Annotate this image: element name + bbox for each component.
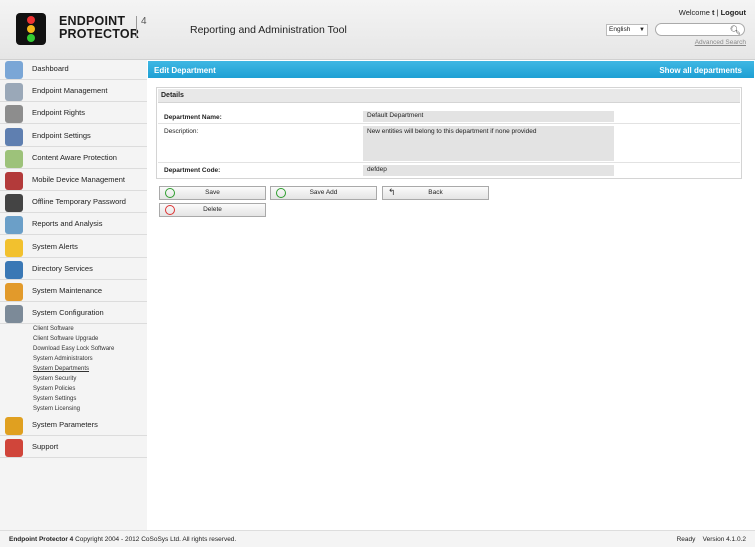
content-aware-icon bbox=[5, 149, 23, 168]
sidebar-item[interactable]: System Parameters bbox=[0, 416, 147, 436]
department-code-row: Department Code: defdep bbox=[158, 163, 740, 178]
welcome-text: Welcome bbox=[678, 8, 712, 17]
status-version: Ready Version 4.1.0.2 bbox=[677, 536, 746, 543]
sidebar-subitem[interactable]: System Policies bbox=[33, 386, 75, 392]
description-field[interactable]: New entities will belong to this departm… bbox=[363, 126, 614, 161]
sidebar-item[interactable]: Endpoint Rights bbox=[0, 104, 147, 125]
sidebar-item-label: Endpoint Management bbox=[32, 86, 108, 96]
logout-link[interactable]: Logout bbox=[721, 8, 746, 17]
support-icon bbox=[5, 439, 23, 458]
sidebar-item-label: Offline Temporary Password bbox=[32, 197, 126, 207]
delete-button[interactable]: Delete bbox=[159, 203, 266, 217]
maintenance-icon bbox=[5, 283, 23, 301]
sidebar-item[interactable]: System Configuration bbox=[0, 304, 147, 325]
endpoint-rights-icon bbox=[5, 105, 23, 124]
department-code-label: Department Code: bbox=[164, 167, 221, 174]
sidebar-subitem[interactable]: System Settings bbox=[33, 396, 76, 402]
configuration-icon bbox=[5, 305, 23, 324]
dashboard-icon bbox=[5, 61, 23, 79]
parameters-icon bbox=[5, 417, 23, 435]
panel-title: Details bbox=[161, 92, 184, 99]
app-header: ENDPOINT PROTECTOR 4 Reporting and Admin… bbox=[0, 0, 755, 60]
sidebar-item[interactable]: Dashboard bbox=[0, 60, 147, 80]
reports-icon bbox=[5, 216, 23, 235]
copyright-text: Endpoint Protector 4 Copyright 2004 - 20… bbox=[9, 536, 237, 543]
save-button[interactable]: Save bbox=[159, 186, 266, 200]
version-text: Version 4.1.0.2 bbox=[702, 536, 746, 543]
chevron-down-icon: ▼ bbox=[639, 27, 645, 33]
back-button[interactable]: ↰ Back bbox=[382, 186, 489, 200]
show-all-departments-link[interactable]: Show all departments bbox=[659, 66, 742, 75]
sidebar-subitem[interactable]: Client Software Upgrade bbox=[33, 336, 98, 342]
sidebar-item[interactable]: Endpoint Management bbox=[0, 82, 147, 103]
search-input[interactable]: 🔍︎ bbox=[655, 23, 745, 36]
sidebar-item[interactable]: Support bbox=[0, 438, 147, 459]
description-row: Description: New entities will belong to… bbox=[158, 124, 740, 163]
sidebar-item-label: Mobile Device Management bbox=[32, 175, 125, 184]
sidebar-item[interactable]: Endpoint Settings bbox=[0, 127, 147, 147]
mobile-device-icon bbox=[5, 172, 23, 190]
department-name-row: Department Name: Default Department bbox=[158, 110, 740, 124]
sidebar-item-label: Reports and Analysis bbox=[32, 219, 103, 229]
panel-header: Details bbox=[158, 89, 740, 103]
directory-icon bbox=[5, 260, 23, 279]
edit-department-titlebar: Edit Department Show all departments bbox=[148, 61, 754, 78]
offline-password-icon bbox=[5, 194, 23, 213]
sidebar-item-label: System Configuration bbox=[32, 308, 104, 318]
main-content: Edit Department Show all departments Det… bbox=[147, 60, 755, 530]
sidebar-item[interactable]: System Maintenance bbox=[0, 282, 147, 302]
tool-title: Reporting and Administration Tool bbox=[190, 24, 347, 36]
sidebar-item-label: Endpoint Rights bbox=[32, 108, 85, 118]
page-title: Edit Department bbox=[154, 66, 216, 75]
advanced-search-link[interactable]: Advanced Search bbox=[695, 39, 746, 46]
sidebar-subitem[interactable]: Download Easy Lock Software bbox=[33, 346, 114, 352]
sidebar-item[interactable]: Mobile Device Management bbox=[0, 171, 147, 191]
traffic-light-logo-icon bbox=[16, 13, 46, 45]
sidebar-item-label: Endpoint Settings bbox=[32, 130, 91, 140]
sidebar-item-label: System Parameters bbox=[32, 420, 98, 429]
sidebar-subitem[interactable]: Client Software bbox=[33, 326, 74, 332]
brand-name: ENDPOINT PROTECTOR bbox=[59, 14, 140, 41]
sidebar-subitem[interactable]: System Security bbox=[33, 376, 76, 382]
sidebar-item[interactable]: Offline Temporary Password bbox=[0, 193, 147, 214]
language-select[interactable]: English ▼ bbox=[606, 24, 648, 36]
details-panel: Details Department Name: Default Departm… bbox=[156, 87, 742, 179]
sidebar-item-label: Directory Services bbox=[32, 263, 93, 273]
sidebar-item-label: System Maintenance bbox=[32, 286, 103, 295]
sidebar-item[interactable]: Content Aware Protection bbox=[0, 149, 147, 169]
sidebar-subitem[interactable]: System Licensing bbox=[33, 406, 80, 412]
welcome-bar: Welcome t | Logout bbox=[678, 8, 746, 17]
sidebar-nav: Dashboard Endpoint Management Endpoint Rig… bbox=[0, 60, 147, 530]
sidebar-item-label: Support bbox=[32, 442, 59, 452]
status-footer: Endpoint Protector 4 Copyright 2004 - 20… bbox=[0, 530, 755, 547]
endpoint-settings-icon bbox=[5, 127, 23, 146]
sidebar-item[interactable]: System Alerts bbox=[0, 238, 147, 258]
sidebar-item[interactable]: Directory Services bbox=[0, 260, 147, 280]
sidebar-subitem[interactable]: System Administrators bbox=[33, 356, 93, 362]
sidebar-item-label: Content Aware Protection bbox=[32, 152, 117, 162]
status-text: Ready bbox=[676, 536, 696, 543]
department-name-label: Department Name: bbox=[164, 114, 222, 121]
sidebar-item-label: Dashboard bbox=[32, 64, 69, 73]
save-add-button[interactable]: Save Add bbox=[270, 186, 377, 200]
brand-version: 4 bbox=[136, 16, 147, 38]
search-icon[interactable]: 🔍︎ bbox=[730, 24, 741, 36]
alert-icon bbox=[5, 238, 23, 257]
department-name-field[interactable]: Default Department bbox=[363, 111, 614, 122]
sidebar-item[interactable]: Reports and Analysis bbox=[0, 215, 147, 236]
description-label: Description: bbox=[164, 128, 199, 135]
sidebar-item-label: System Alerts bbox=[32, 241, 78, 251]
endpoint-management-icon bbox=[5, 83, 23, 102]
sidebar-subitem[interactable]: System Departments bbox=[33, 366, 89, 372]
department-code-field[interactable]: defdep bbox=[363, 165, 614, 176]
